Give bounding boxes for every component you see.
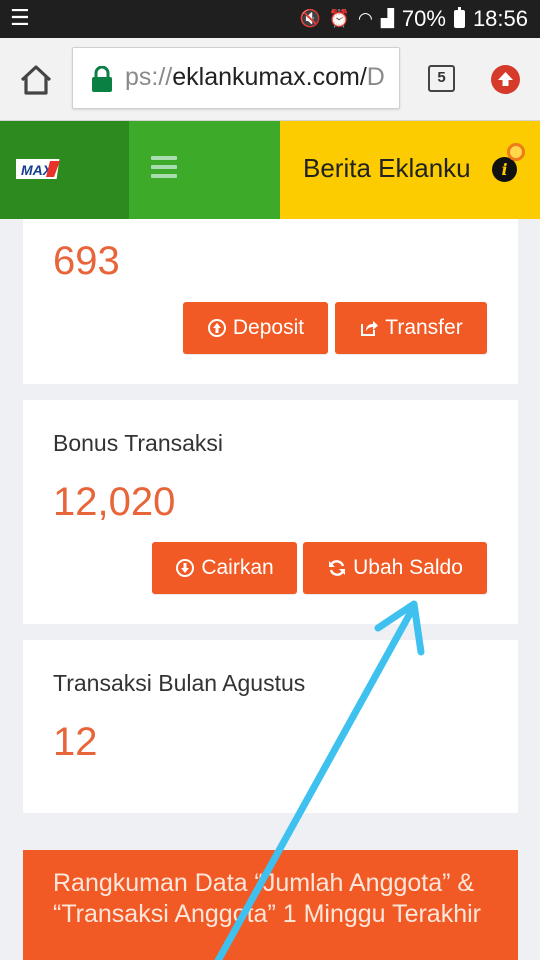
- arrow-up-icon: [498, 72, 513, 86]
- summary-title: Rangkuman Data “Jumlah Anggota” & “Trans…: [53, 869, 481, 928]
- url-text: ps://eklankumax.com/D: [125, 63, 385, 92]
- news-link[interactable]: Berita Eklanku i: [280, 121, 540, 219]
- share-icon: [361, 321, 379, 336]
- refresh-icon: [329, 560, 346, 576]
- battery-percent: 70%: [401, 6, 446, 31]
- tab-switcher-button[interactable]: 5: [428, 65, 455, 92]
- cairkan-label: Cairkan: [201, 556, 274, 579]
- ubah-saldo-label: Ubah Saldo: [353, 556, 463, 579]
- wifi-icon: ◠: [357, 9, 373, 29]
- deposit-label: Deposit: [232, 316, 305, 339]
- deposit-button[interactable]: Deposit: [183, 302, 328, 354]
- browser-toolbar: ps://eklankumax.com/D 5: [0, 38, 540, 121]
- home-icon: [20, 65, 52, 95]
- notification-list-icon: ☰: [10, 6, 30, 31]
- dashboard-content: 693 Deposit Transfer Bonus Transaksi 12,…: [0, 219, 540, 960]
- cairkan-button[interactable]: Cairkan: [152, 542, 297, 594]
- bonus-title: Bonus Transaksi: [53, 430, 224, 456]
- bonus-value: 12,020: [53, 480, 176, 524]
- mute-icon: 🔇: [299, 9, 321, 29]
- eklanku-max-logo: MAX: [16, 159, 60, 179]
- url-domain: eklankumax.com/: [172, 63, 367, 91]
- menu-button[interactable]: [129, 121, 280, 219]
- balance-value: 693: [53, 239, 120, 283]
- balance-card: 693 Deposit Transfer: [23, 219, 518, 384]
- url-scheme: ps://: [125, 63, 173, 91]
- ubah-saldo-button[interactable]: Ubah Saldo: [303, 542, 487, 594]
- summary-panel: Rangkuman Data “Jumlah Anggota” & “Trans…: [23, 850, 518, 960]
- battery-icon: [453, 7, 465, 28]
- site-header: MAX Berita Eklanku i: [0, 121, 540, 219]
- news-label: Berita Eklanku: [303, 153, 471, 183]
- hamburger-icon: [151, 156, 177, 178]
- bonus-card: Bonus Transaksi 12,020 Cairkan Ubah Sald…: [23, 400, 518, 624]
- monthly-transactions-title: Transaksi Bulan Agustus: [53, 670, 306, 696]
- arrow-circle-up-icon: [207, 319, 226, 337]
- monthly-transactions-value: 12: [53, 720, 98, 764]
- transfer-label: Transfer: [385, 316, 463, 339]
- monthly-transactions-card: Transaksi Bulan Agustus 12: [23, 640, 518, 813]
- url-path: D: [366, 63, 385, 91]
- logo-link[interactable]: MAX: [0, 121, 129, 219]
- url-bar[interactable]: ps://eklankumax.com/D: [72, 47, 400, 109]
- status-bar: ☰ 🔇 ⏰ ◠ ▟ 70% 18:56: [0, 0, 540, 38]
- signal-icon: ▟: [380, 9, 394, 29]
- transfer-button[interactable]: Transfer: [335, 302, 487, 354]
- update-button[interactable]: [491, 65, 520, 94]
- lock-icon: [92, 66, 112, 92]
- clock: 18:56: [472, 6, 528, 31]
- arrow-circle-down-icon: [176, 559, 195, 577]
- status-icons: 🔇 ⏰ ◠ ▟ 70% 18:56: [300, 5, 528, 33]
- alarm-icon: ⏰: [328, 9, 350, 29]
- notification-dot-icon: [507, 143, 525, 161]
- home-button[interactable]: [16, 60, 56, 100]
